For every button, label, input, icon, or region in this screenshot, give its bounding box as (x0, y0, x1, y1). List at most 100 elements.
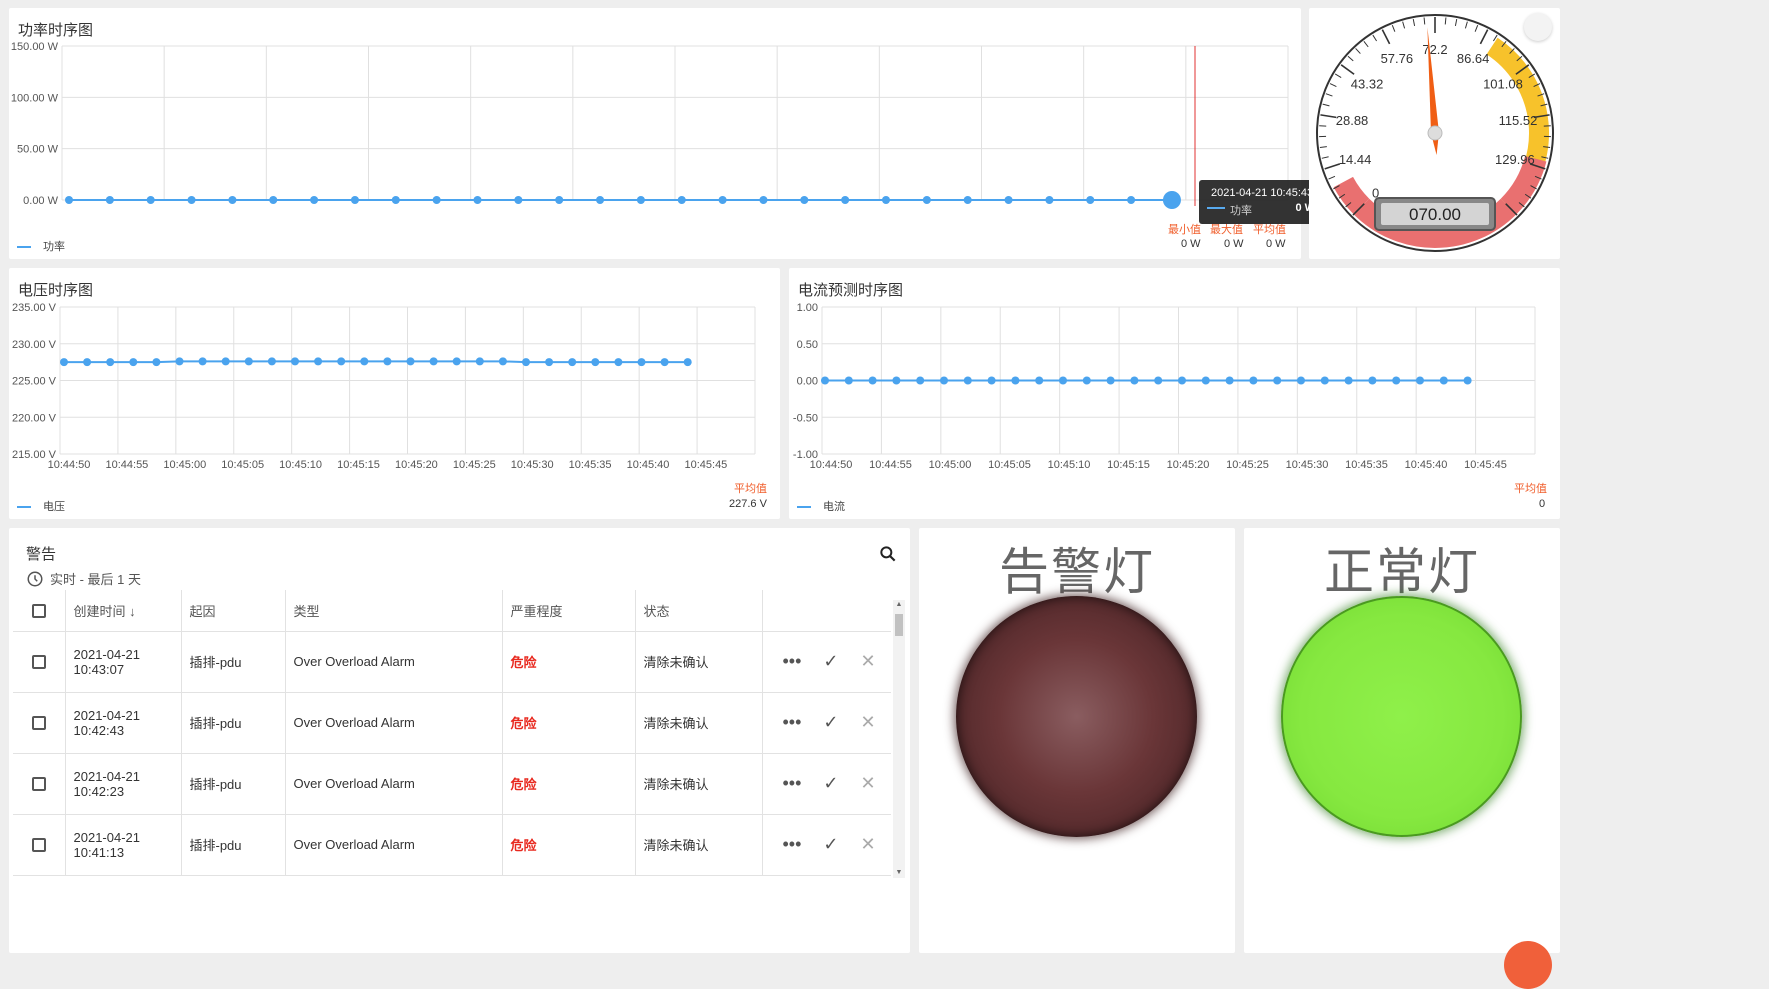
data-point[interactable] (637, 196, 645, 204)
more-icon[interactable]: ••• (783, 651, 802, 672)
data-point[interactable] (1086, 196, 1094, 204)
data-point[interactable] (614, 358, 622, 366)
data-point[interactable] (1130, 377, 1138, 385)
data-point[interactable] (407, 357, 415, 365)
data-point[interactable] (1249, 377, 1257, 385)
col-created-time[interactable]: 创建时间 ↓ (65, 590, 181, 631)
data-point[interactable] (1011, 377, 1019, 385)
row-checkbox-cell[interactable] (13, 631, 65, 692)
data-point[interactable] (678, 196, 686, 204)
data-point[interactable] (65, 196, 73, 204)
row-checkbox[interactable] (32, 777, 46, 791)
col-severity[interactable]: 严重程度 (502, 590, 635, 631)
table-row[interactable]: 2021-04-2110:41:13 插排-pdu Over Overload … (13, 814, 891, 875)
data-point[interactable] (430, 357, 438, 365)
data-point[interactable] (845, 377, 853, 385)
search-icon[interactable] (878, 544, 898, 564)
data-point[interactable] (568, 358, 576, 366)
table-row[interactable]: 2021-04-2110:42:23 插排-pdu Over Overload … (13, 753, 891, 814)
data-point[interactable] (60, 358, 68, 366)
row-checkbox-cell[interactable] (13, 814, 65, 875)
data-point[interactable] (433, 196, 441, 204)
data-point[interactable] (474, 196, 482, 204)
col-type[interactable]: 类型 (285, 590, 502, 631)
more-icon[interactable]: ••• (783, 712, 802, 733)
data-point[interactable] (499, 357, 507, 365)
data-point[interactable] (1107, 377, 1115, 385)
data-point[interactable] (916, 377, 924, 385)
data-point[interactable] (1416, 377, 1424, 385)
data-point[interactable] (129, 358, 137, 366)
more-icon[interactable]: ••• (783, 834, 802, 855)
acknowledge-icon[interactable]: ✓ (823, 651, 838, 672)
data-point[interactable] (555, 196, 563, 204)
data-point[interactable] (892, 377, 900, 385)
acknowledge-icon[interactable]: ✓ (823, 834, 838, 855)
data-point[interactable] (476, 357, 484, 365)
data-point[interactable] (199, 357, 207, 365)
voltage-legend[interactable]: 电压 (17, 498, 65, 514)
data-point[interactable] (923, 196, 931, 204)
data-point[interactable] (522, 358, 530, 366)
data-point[interactable] (719, 196, 727, 204)
data-point[interactable] (314, 357, 322, 365)
data-point[interactable] (821, 377, 829, 385)
data-point[interactable] (383, 357, 391, 365)
data-point[interactable] (1464, 377, 1472, 385)
data-point[interactable] (882, 196, 890, 204)
scroll-up-arrow[interactable]: ▲ (893, 600, 905, 610)
data-point[interactable] (337, 357, 345, 365)
scroll-thumb[interactable] (895, 614, 903, 636)
clear-icon[interactable]: ✕ (861, 834, 876, 855)
data-point[interactable] (591, 358, 599, 366)
table-row[interactable]: 2021-04-2110:42:43 插排-pdu Over Overload … (13, 692, 891, 753)
data-point[interactable] (1154, 377, 1162, 385)
data-point[interactable] (106, 196, 114, 204)
data-point[interactable] (1005, 196, 1013, 204)
data-point[interactable] (638, 358, 646, 366)
clear-icon[interactable]: ✕ (861, 712, 876, 733)
data-point[interactable] (1273, 377, 1281, 385)
data-point[interactable] (514, 196, 522, 204)
data-point[interactable] (1440, 377, 1448, 385)
table-row[interactable]: 2021-04-2110:43:07 插排-pdu Over Overload … (13, 631, 891, 692)
data-point[interactable] (1178, 377, 1186, 385)
data-point[interactable] (841, 196, 849, 204)
data-point[interactable] (596, 196, 604, 204)
power-legend[interactable]: 功率 (17, 238, 65, 254)
clear-icon[interactable]: ✕ (861, 773, 876, 794)
data-point[interactable] (1297, 377, 1305, 385)
data-point[interactable] (453, 357, 461, 365)
data-point[interactable] (360, 357, 368, 365)
data-point[interactable] (545, 358, 553, 366)
data-point[interactable] (1226, 377, 1234, 385)
data-point[interactable] (1083, 377, 1091, 385)
table-scrollbar[interactable]: ▲ ▼ (893, 600, 905, 878)
data-point[interactable] (1321, 377, 1329, 385)
data-point[interactable] (1345, 377, 1353, 385)
data-point[interactable] (661, 358, 669, 366)
select-all-checkbox[interactable] (32, 604, 46, 618)
select-all-checkbox-cell[interactable] (13, 590, 65, 631)
data-point[interactable] (1045, 196, 1053, 204)
data-point[interactable] (1392, 377, 1400, 385)
row-checkbox-cell[interactable] (13, 753, 65, 814)
data-point[interactable] (152, 358, 160, 366)
data-point[interactable] (269, 196, 277, 204)
data-point[interactable] (1127, 196, 1135, 204)
alarms-timewindow[interactable]: 实时 - 最后 1 天 (26, 569, 141, 588)
data-point[interactable] (1059, 377, 1067, 385)
row-checkbox[interactable] (32, 655, 46, 669)
data-point[interactable] (964, 377, 972, 385)
clear-icon[interactable]: ✕ (861, 651, 876, 672)
data-point[interactable] (106, 358, 114, 366)
data-point[interactable] (176, 357, 184, 365)
data-point[interactable] (1163, 191, 1181, 209)
data-point[interactable] (1368, 377, 1376, 385)
data-point[interactable] (1202, 377, 1210, 385)
current-legend[interactable]: 电流 (797, 498, 845, 514)
data-point[interactable] (291, 357, 299, 365)
data-point[interactable] (188, 196, 196, 204)
data-point[interactable] (759, 196, 767, 204)
data-point[interactable] (147, 196, 155, 204)
